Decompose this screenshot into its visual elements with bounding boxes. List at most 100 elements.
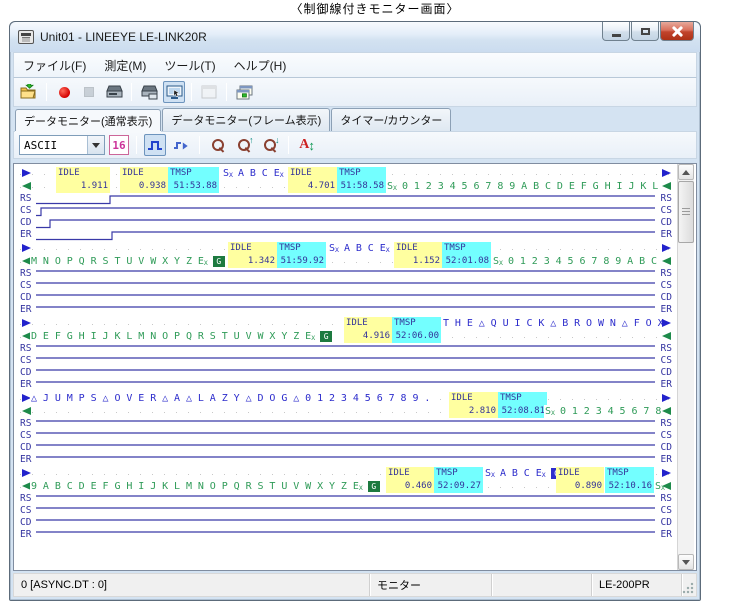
open-file-button[interactable] [18, 81, 40, 103]
control-line-label: CD [660, 367, 673, 378]
control-line-label: ER [660, 304, 673, 315]
direction-arrow-icon [662, 330, 672, 343]
control-line-label: ER [660, 229, 673, 240]
control-line-label: ER [19, 229, 32, 240]
encoding-select[interactable]: ASCII [19, 135, 105, 155]
control-line-wave-icon [147, 139, 163, 152]
tmsp-value: 52:10.16 [605, 480, 654, 493]
encoding-dropdown-button[interactable] [87, 136, 104, 154]
tx-row: IDLETMSPTHE△QUICK△BROWN△FOX [14, 317, 677, 330]
control-line-label: CD [19, 217, 32, 228]
tmsp-value: 52:08.81 [498, 405, 547, 418]
wave-translate-button[interactable] [170, 134, 192, 156]
bcc-block: G [213, 256, 225, 267]
resize-grip[interactable] [682, 582, 694, 594]
idle-chip: IDLE [344, 317, 392, 330]
idle-value: 4.916 [344, 330, 392, 343]
tmsp-value: 51:53.88 [168, 180, 219, 193]
etx-control-char: EX [198, 256, 208, 267]
vertical-scrollbar[interactable] [677, 164, 694, 570]
search-down-button[interactable]: ↓ [259, 134, 281, 156]
control-line-label: ER [19, 529, 32, 540]
stx-control-char: SX [387, 181, 397, 192]
control-line-cd: CDCD [14, 292, 677, 304]
direction-arrow-icon [662, 405, 672, 418]
direction-arrow-icon [22, 167, 32, 180]
status-position: 0 [ASYNC.DT : 0] [14, 574, 370, 596]
stx-control-char: SX [545, 406, 555, 417]
minimize-button[interactable] [602, 22, 630, 41]
data-chars: THE△QUICK△BROWN△FOX [442, 317, 670, 330]
status-mode: モニター [370, 574, 492, 596]
data-chars: DEFGHIJKLMNOPQRSTUVWXYZEXG [30, 330, 336, 343]
print-button[interactable] [138, 81, 160, 103]
monitor-block: IDLETMSPTHE△QUICK△BROWN△FOXDEFGHIJKLMNOP… [14, 317, 677, 391]
monitor-view-button[interactable] [163, 81, 185, 103]
idle-chip: IDLE [556, 467, 604, 480]
record-start-button[interactable] [53, 81, 75, 103]
titlebar[interactable]: Unit01 - LINEEYE LE-LINK20R [10, 22, 700, 52]
control-line-label: CS [19, 205, 32, 216]
monitor-block: IDLETMSPSXABCEXGIDLETMSPMNOPQRSTUVWXYZEX… [14, 242, 677, 316]
data-chars: MNOPQRSTUVWXYZEXG [30, 255, 229, 268]
cascade-windows-button[interactable] [233, 81, 255, 103]
control-line-cs: CSCS [14, 505, 677, 517]
stx-control-char: SX [329, 243, 339, 254]
search-up-button[interactable]: ↑ [233, 134, 255, 156]
control-line-label: ER [19, 454, 32, 465]
tab-data-monitor-normal[interactable]: データモニター(通常表示) [15, 109, 161, 131]
font-size-button[interactable]: A ↕ [296, 134, 318, 156]
new-window-button[interactable] [198, 81, 220, 103]
scrollbar-thumb[interactable] [678, 181, 694, 243]
direction-arrow-icon [662, 180, 672, 193]
tmsp-chip: TMSP [277, 242, 326, 255]
etx-control-char: EX [536, 468, 546, 479]
restore-icon [641, 28, 650, 35]
auto-measure-button[interactable] [103, 81, 125, 103]
idle-value: 0.460 [386, 480, 434, 493]
tab-data-monitor-frame[interactable]: データモニター(フレーム表示) [162, 108, 330, 131]
record-stop-button[interactable] [78, 81, 100, 103]
menu-help[interactable]: ヘルプ(H) [225, 54, 296, 77]
idle-chip: IDLE [120, 167, 168, 180]
scroll-up-button[interactable] [678, 164, 694, 180]
menu-file[interactable]: ファイル(F) [14, 54, 95, 77]
search-button[interactable] [207, 134, 229, 156]
control-line-label: RS [19, 418, 32, 429]
etx-control-char: EX [305, 331, 315, 342]
control-line-view-button[interactable] [144, 134, 166, 156]
menu-measure[interactable]: 測定(M) [95, 54, 155, 77]
etx-control-char: EX [274, 168, 284, 179]
monitor-pointer-icon [166, 85, 183, 100]
open-folder-icon [20, 84, 38, 100]
control-line-label: CD [19, 442, 32, 453]
control-line-label: CS [19, 355, 32, 366]
search-down-icon: ↓ [264, 139, 277, 152]
hex-display-button[interactable]: 16 [109, 135, 129, 155]
idle-chip: IDLE [386, 467, 434, 480]
bcc-block: G [320, 331, 332, 342]
menu-tools[interactable]: ツール(T) [155, 54, 224, 77]
control-line-label: CS [660, 430, 673, 441]
tab-timer-counter[interactable]: タイマー/カウンター [331, 108, 451, 131]
control-line-label: CS [19, 430, 32, 441]
control-line-label: CS [660, 205, 673, 216]
stx-control-char: SX [223, 168, 233, 179]
tmsp-chip: TMSP [442, 242, 491, 255]
data-chars: SX012345678 [544, 405, 667, 418]
idle-value: 1.911 [56, 180, 110, 193]
close-button[interactable] [660, 22, 694, 41]
data-chars: SX0123456789ABCDEFGHIJKL [386, 180, 664, 193]
search-up-icon: ↑ [238, 139, 251, 152]
stx-control-char: SX [493, 256, 503, 267]
control-line-cs: CS CS [14, 430, 677, 442]
control-line-cd: CDCD [14, 217, 677, 229]
monitor-block: △JUMPS△OVER△A△LAZY△DOG△0123456789.IDLETM… [14, 392, 677, 466]
restore-button[interactable] [631, 22, 659, 41]
control-line-rs: RSRS [14, 193, 677, 205]
control-line-cs: CSCS [14, 280, 677, 292]
scroll-down-button[interactable] [678, 554, 694, 570]
control-line-rs: RSRS [14, 268, 677, 280]
data-chars: △JUMPS△OVER△A△LAZY△DOG△0123456789. [30, 392, 436, 405]
control-line-label: CS [660, 505, 673, 516]
